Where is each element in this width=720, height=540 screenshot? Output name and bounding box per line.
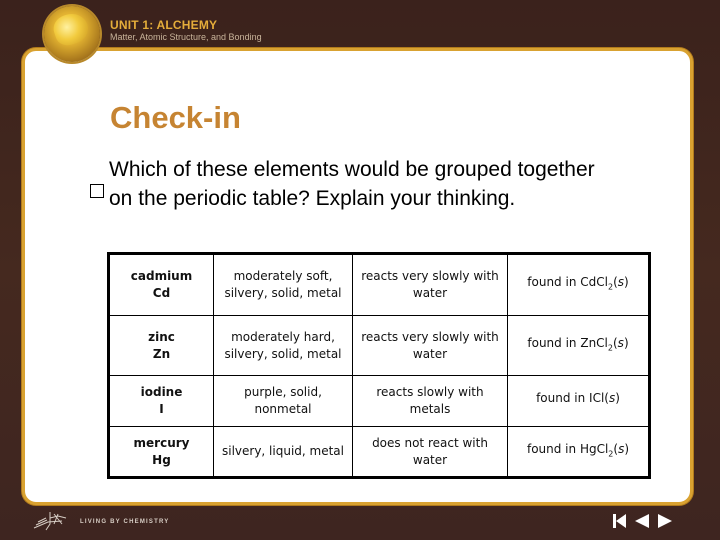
- element-name: mercury: [133, 435, 190, 450]
- compound-state: s: [608, 391, 616, 406]
- appearance-cell: silvery, liquid, metal: [213, 426, 353, 478]
- compound-formula: ZnCl: [580, 335, 608, 350]
- table-row: mercury Hg silvery, liquid, metal does n…: [108, 426, 650, 478]
- previous-slide-icon[interactable]: [635, 514, 649, 528]
- compound-cell: found in CdCl2(s): [507, 253, 650, 316]
- compound-state: s: [617, 335, 624, 350]
- elements-table: cadmium Cd moderately soft, silvery, sol…: [107, 252, 651, 479]
- footer-brand-text: LIVING BY CHEMISTRY: [80, 519, 170, 525]
- found-prefix: found in: [527, 275, 581, 290]
- element-name-cell: mercury Hg: [108, 426, 214, 478]
- reactivity-cell: reacts very slowly with water: [352, 253, 508, 316]
- element-name: cadmium: [130, 269, 193, 283]
- unit-subtitle: Matter, Atomic Structure, and Bonding: [110, 32, 262, 42]
- slide-heading: Check-in: [110, 100, 241, 135]
- compound-formula: ICl: [589, 391, 605, 406]
- found-prefix: found in: [526, 441, 580, 456]
- element-symbol: I: [159, 402, 164, 416]
- compound-subscript: 2: [608, 449, 614, 459]
- found-prefix: found in: [527, 335, 581, 350]
- living-by-chemistry-logo-icon: [33, 512, 67, 531]
- compound-state: s: [617, 275, 625, 290]
- reactivity-cell: reacts slowly with metals: [352, 375, 508, 427]
- found-prefix: found in: [536, 391, 590, 406]
- first-slide-icon[interactable]: [613, 514, 626, 528]
- compound-state: s: [618, 441, 625, 456]
- element-symbol: Cd: [152, 286, 171, 300]
- element-name: iodine: [140, 385, 183, 399]
- table-row: zinc Zn moderately hard, silvery, solid,…: [108, 315, 650, 376]
- compound-formula: HgCl: [579, 441, 609, 456]
- compound-subscript: 2: [607, 282, 614, 292]
- element-name-cell: cadmium Cd: [108, 253, 214, 316]
- gold-nugget-icon: [44, 6, 100, 62]
- table-row: iodine I purple, solid, nonmetal reacts …: [108, 375, 650, 427]
- square-bullet-icon: [90, 184, 104, 198]
- appearance-cell: purple, solid, nonmetal: [213, 375, 353, 427]
- element-name-cell: iodine I: [108, 375, 214, 427]
- compound-formula: CdCl: [580, 275, 608, 290]
- compound-cell: found in ZnCl2(s): [507, 315, 650, 376]
- reactivity-cell: reacts very slowly with water: [352, 315, 508, 376]
- table-row: cadmium Cd moderately soft, silvery, sol…: [108, 253, 650, 316]
- appearance-cell: moderately hard, silvery, solid, metal: [213, 315, 353, 376]
- compound-subscript: 2: [607, 343, 613, 353]
- element-name: zinc: [148, 329, 175, 344]
- compound-cell: found in ICl(s): [507, 375, 650, 427]
- element-name-cell: zinc Zn: [108, 315, 214, 376]
- next-slide-icon[interactable]: [658, 514, 672, 528]
- reactivity-cell: does not react with water: [352, 426, 508, 478]
- appearance-cell: moderately soft, silvery, solid, metal: [213, 253, 353, 316]
- question-text: Which of these elements would be grouped…: [109, 158, 595, 210]
- unit-title: UNIT 1: ALCHEMY: [110, 18, 218, 32]
- nugget-shape: [50, 9, 92, 49]
- element-symbol: Hg: [152, 452, 171, 467]
- element-symbol: Zn: [152, 346, 171, 361]
- compound-cell: found in HgCl2(s): [507, 426, 650, 478]
